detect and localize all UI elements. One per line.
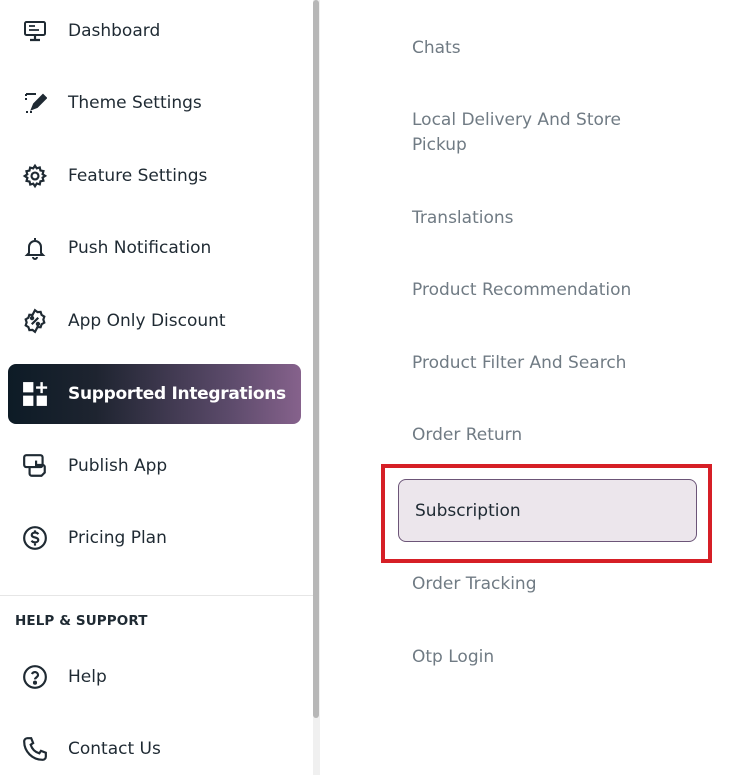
sidebar-item-feature-settings[interactable]: Feature Settings [8,146,301,206]
sidebar-item-app-only-discount[interactable]: App Only Discount [8,291,301,351]
help-support-heading: HELP & SUPPORT [15,613,148,629]
integration-item-chats[interactable]: Chats [412,36,672,61]
phone-icon [22,736,48,762]
sidebar-item-label: Theme Settings [68,93,202,113]
publish-phone-icon [22,453,48,479]
sidebar-item-label: Pricing Plan [68,528,167,548]
integrations-list: Chats Local Delivery And Store Pickup Tr… [320,0,741,775]
sidebar-item-help[interactable]: Help [8,647,301,707]
sidebar-item-label: Help [68,667,107,687]
sidebar-item-supported-integrations[interactable]: Supported Integrations [8,364,301,424]
integration-item-product-filter-search[interactable]: Product Filter And Search [412,351,672,376]
gear-icon [22,163,48,189]
sidebar-divider [0,595,313,596]
highlight-annotation-box [381,464,712,563]
discount-badge-icon [22,308,48,334]
dollar-circle-icon [22,525,48,551]
integrations-grid-icon [22,381,48,407]
sidebar-item-label: App Only Discount [68,311,226,331]
integration-item-local-delivery[interactable]: Local Delivery And Store Pickup [412,108,642,158]
sidebar-item-label: Push Notification [68,238,212,258]
sidebar-scrollbar-thumb[interactable] [313,0,319,718]
sidebar-item-dashboard[interactable]: Dashboard [8,1,301,61]
sidebar-item-label: Publish App [68,456,168,476]
integration-item-product-recommendation[interactable]: Product Recommendation [412,278,672,303]
sidebar-item-pricing-plan[interactable]: Pricing Plan [8,508,301,568]
integration-item-otp-login[interactable]: Otp Login [412,645,672,670]
sidebar-item-label: Supported Integrations [68,384,286,404]
integration-item-order-return[interactable]: Order Return [412,423,672,448]
sidebar-item-publish-app[interactable]: Publish App [8,436,301,496]
sidebar: Dashboard Theme Settings Feature Setting… [0,0,313,775]
integration-item-order-tracking[interactable]: Order Tracking [412,572,672,597]
question-circle-icon [22,664,48,690]
integration-item-translations[interactable]: Translations [412,206,672,231]
sidebar-item-push-notification[interactable]: Push Notification [8,218,301,278]
sidebar-item-theme-settings[interactable]: Theme Settings [8,73,301,133]
bell-icon [22,235,48,261]
sidebar-item-label: Contact Us [68,739,161,759]
monitor-icon [22,18,48,44]
sidebar-item-label: Dashboard [68,21,161,41]
sidebar-item-contact-us[interactable]: Contact Us [8,719,301,779]
sidebar-item-label: Feature Settings [68,166,208,186]
theme-brush-icon [22,90,48,116]
